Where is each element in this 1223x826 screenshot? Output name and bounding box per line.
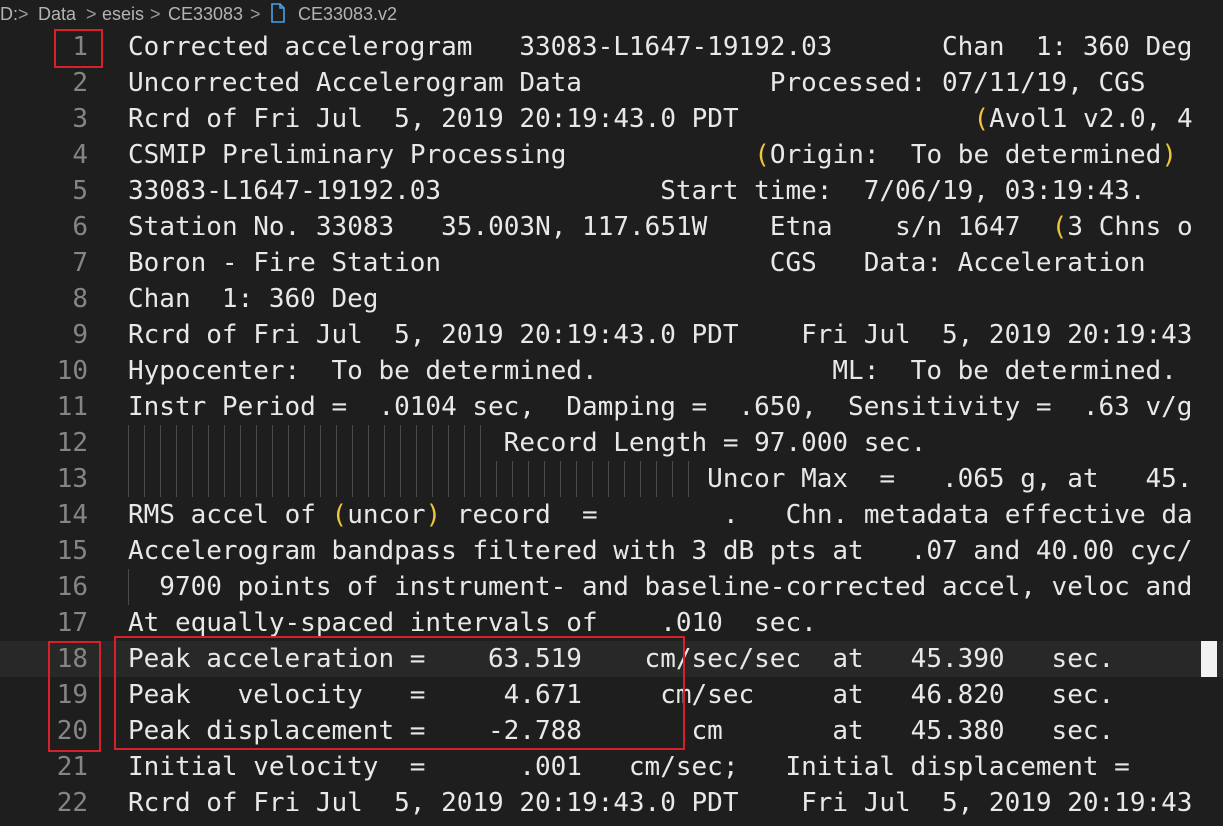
editor-line[interactable]: 11 Instr Period = .0104 sec, Damping = .6… <box>0 389 1223 425</box>
text-editor[interactable]: 1 Corrected accelerogram 33083-L1647-1919… <box>0 29 1223 826</box>
editor-line[interactable]: 3 Rcrd of Fri Jul 5, 2019 20:19:43.0 PDT … <box>0 101 1223 137</box>
editor-line[interactable]: 17 At equally-spaced intervals of .010 se… <box>0 605 1223 641</box>
editor-line[interactable]: 7 Boron - Fire Station CGS Data: Accelera… <box>0 245 1223 281</box>
line-number: 12 <box>56 428 88 458</box>
line-number: 9 <box>72 320 88 350</box>
line-text: Boron - Fire Station CGS Data: Accelerat… <box>128 248 1146 278</box>
line-number: 14 <box>56 500 88 530</box>
line-text: RMS accel of (uncor) record = . Chn. met… <box>128 500 1193 530</box>
line-number: 19 <box>56 680 88 710</box>
editor-line[interactable]: 16 9700 points of instrument- and baseli… <box>0 569 1223 605</box>
line-text: Record Length = 97.000 sec. <box>128 428 927 458</box>
line-number: 11 <box>56 392 88 422</box>
line-number: 13 <box>56 464 88 494</box>
editor-line[interactable]: 9 Rcrd of Fri Jul 5, 2019 20:19:43.0 PDT … <box>0 317 1223 353</box>
line-number: 15 <box>56 536 88 566</box>
breadcrumb-root[interactable]: D: <box>0 0 18 28</box>
line-number: 18 <box>56 644 88 674</box>
text-cursor <box>1201 641 1217 677</box>
line-number: 3 <box>72 104 88 134</box>
line-number: 16 <box>56 572 88 602</box>
line-number: 5 <box>72 176 88 206</box>
line-text: Peak velocity = 4.671 cm/sec at 46.820 s… <box>128 680 1115 710</box>
editor-line[interactable]: 6 Station No. 33083 35.003N, 117.651W Etn… <box>0 209 1223 245</box>
line-number: 1 <box>72 32 88 62</box>
line-number: 8 <box>72 284 88 314</box>
editor-line[interactable]: 8 Chan 1: 360 Deg <box>0 281 1223 317</box>
editor-line[interactable]: 12 Record Length = 97.000 sec. <box>0 425 1223 461</box>
chevron-right-icon: > <box>150 4 161 24</box>
line-number: 22 <box>56 788 88 818</box>
editor-line[interactable]: 1 Corrected accelerogram 33083-L1647-1919… <box>0 29 1223 65</box>
breadcrumb-item-file[interactable]: CE33083.v2 <box>298 0 397 28</box>
line-number: 20 <box>56 716 88 746</box>
line-text: Peak acceleration = 63.519 cm/sec/sec at… <box>128 644 1115 674</box>
editor-line[interactable]: 15 Accelerogram bandpass filtered with 3 … <box>0 533 1223 569</box>
editor-line[interactable]: 19 Peak velocity = 4.671 cm/sec at 46.820… <box>0 677 1223 713</box>
editor-line[interactable]: 10 Hypocenter: To be determined. ML: To b… <box>0 353 1223 389</box>
line-number: 10 <box>56 356 88 386</box>
line-number: 21 <box>56 752 88 782</box>
line-text: Peak displacement = -2.788 cm at 45.380 … <box>128 716 1115 746</box>
line-text: Station No. 33083 35.003N, 117.651W Etna… <box>128 212 1193 242</box>
file-icon <box>271 3 285 23</box>
breadcrumb-item-folder[interactable]: CE33083 <box>168 0 243 28</box>
editor-line[interactable]: 5 33083-L1647-19192.03 Start time: 7/06/1… <box>0 173 1223 209</box>
breadcrumb: D: > Data > eseis > CE33083 > CE33083.v2 <box>0 0 1223 28</box>
line-number: 2 <box>72 68 88 98</box>
line-text: Uncor Max = .065 g, at 45. <box>128 464 1193 494</box>
line-text: Hypocenter: To be determined. ML: To be … <box>128 356 1177 386</box>
editor-line[interactable]: 2 Uncorrected Accelerogram Data Processed… <box>0 65 1223 101</box>
line-text: Accelerogram bandpass filtered with 3 dB… <box>128 536 1193 566</box>
line-text: Rcrd of Fri Jul 5, 2019 20:19:43.0 PDT F… <box>128 320 1193 350</box>
line-text: 33083-L1647-19192.03 Start time: 7/06/19… <box>128 176 1146 206</box>
line-text: At equally-spaced intervals of .010 sec. <box>128 608 817 638</box>
line-text: Rcrd of Fri Jul 5, 2019 20:19:43.0 PDT F… <box>128 788 1193 818</box>
editor-line[interactable]: 18 Peak acceleration = 63.519 cm/sec/sec … <box>0 641 1223 677</box>
editor-line[interactable]: 20 Peak displacement = -2.788 cm at 45.38… <box>0 713 1223 749</box>
editor-line[interactable]: 22 Rcrd of Fri Jul 5, 2019 20:19:43.0 PDT… <box>0 785 1223 821</box>
breadcrumb-item-data[interactable]: Data <box>38 0 76 28</box>
line-text: Initial velocity = .001 cm/sec; Initial … <box>128 752 1130 782</box>
editor-line[interactable]: 21 Initial velocity = .001 cm/sec; Initia… <box>0 749 1223 785</box>
editor-line[interactable]: 4 CSMIP Preliminary Processing (Origin: T… <box>0 137 1223 173</box>
chevron-right-icon: > <box>18 4 29 24</box>
line-text: Chan 1: 360 Deg <box>128 284 379 314</box>
line-number: 7 <box>72 248 88 278</box>
line-number: 4 <box>72 140 88 170</box>
line-number: 6 <box>72 212 88 242</box>
line-text: Uncorrected Accelerogram Data Processed:… <box>128 68 1146 98</box>
editor-line[interactable]: 14 RMS accel of (uncor) record = . Chn. m… <box>0 497 1223 533</box>
editor-line[interactable]: 13 Uncor Max = .065 g, at 45. <box>0 461 1223 497</box>
line-number: 17 <box>56 608 88 638</box>
line-text: Instr Period = .0104 sec, Damping = .650… <box>128 392 1193 422</box>
line-text: Rcrd of Fri Jul 5, 2019 20:19:43.0 PDT (… <box>128 104 1193 134</box>
breadcrumb-item-eseis[interactable]: eseis <box>102 0 144 28</box>
chevron-right-icon: > <box>250 4 261 24</box>
line-text: CSMIP Preliminary Processing (Origin: To… <box>128 140 1177 170</box>
chevron-right-icon: > <box>86 4 97 24</box>
line-text: Corrected accelerogram 33083-L1647-19192… <box>128 32 1193 62</box>
line-text: 9700 points of instrument- and baseline-… <box>128 572 1193 602</box>
